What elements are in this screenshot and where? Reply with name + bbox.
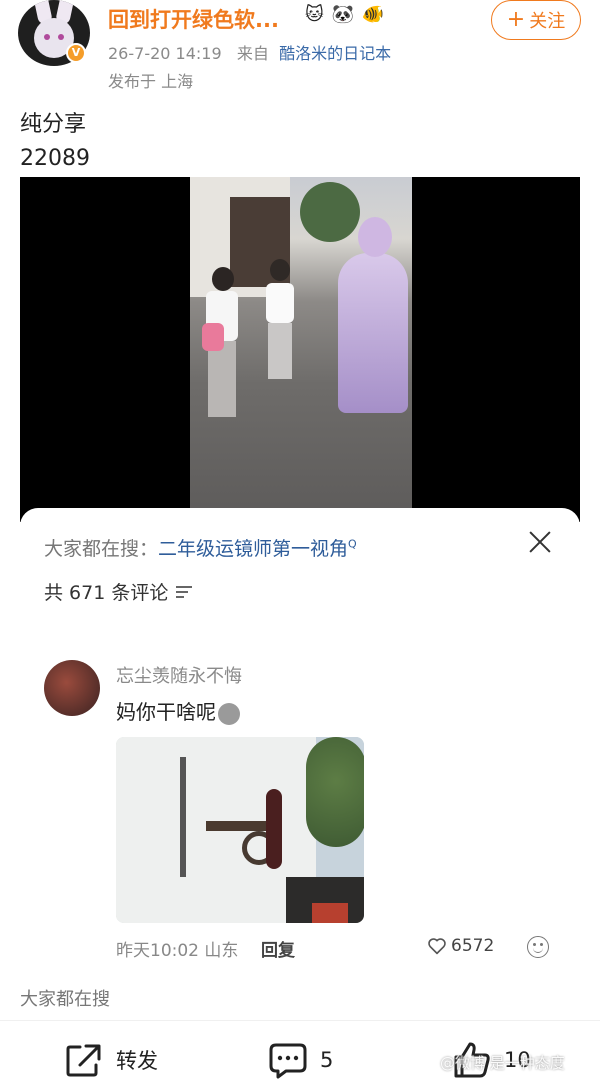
follow-button[interactable]: + 关注 — [491, 0, 581, 40]
badge-icon: 🐠 — [361, 4, 385, 25]
comment-image[interactable] — [116, 737, 364, 923]
watermark: @微博 是一种态度 — [440, 1054, 565, 1072]
share-icon — [66, 1044, 101, 1077]
close-icon[interactable] — [526, 528, 554, 556]
comment-count-label: 5 — [320, 1048, 334, 1072]
search-keyword[interactable]: 二年级运镜师第一视角 — [158, 538, 348, 560]
user-badges: 🐱 🐼 🐠 — [305, 4, 386, 25]
comment-body: 妈你干啥呢 — [116, 700, 216, 724]
follow-label: 关注 — [529, 11, 566, 32]
post-location: 发布于 上海 — [108, 72, 194, 91]
post-timestamp: 26-7-20 14:19 — [108, 44, 222, 63]
source-prefix: 来自 — [236, 44, 269, 63]
verified-badge-icon: V — [66, 43, 86, 63]
comment-count: 共 671 条评论 — [44, 582, 169, 604]
share-button[interactable]: 转发 — [64, 1041, 158, 1079]
search-prefix: 大家都在搜： — [44, 538, 159, 560]
avatar-eye — [58, 34, 64, 40]
comment-button[interactable]: 5 — [268, 1041, 333, 1079]
badge-icon: 🐼 — [331, 4, 354, 25]
smile-icon[interactable] — [527, 936, 549, 958]
video-frame — [190, 177, 412, 522]
post-text-line: 22089 — [20, 146, 90, 171]
video-player[interactable] — [20, 177, 580, 522]
comment-footer: 昨天10:02 山东 回复 6572 — [116, 936, 556, 961]
reply-button[interactable]: 回复 — [261, 936, 295, 961]
comment-count-row[interactable]: 共 671 条评论 — [44, 578, 193, 605]
badge-icon: 🐱 — [305, 4, 324, 25]
search-icon: Q — [348, 537, 357, 551]
commenter-name[interactable]: 忘尘羡随永不悔 — [116, 662, 242, 688]
bottom-trending-label: 大家都在搜 — [20, 989, 110, 1010]
comment-like-count: 6572 — [451, 936, 495, 956]
comment-like-button[interactable]: 6572 — [427, 936, 494, 956]
commenter-avatar[interactable] — [44, 660, 100, 716]
video-child — [260, 259, 300, 389]
comment-text: 妈你干啥呢 — [116, 696, 240, 725]
post-body: 纯分享 22089 — [20, 108, 90, 176]
video-cosplayer — [330, 217, 412, 417]
username[interactable]: 回到打开绿色软... — [108, 4, 279, 34]
share-label: 转发 — [116, 1049, 158, 1073]
trending-search[interactable]: 大家都在搜：二年级运镜师第一视角Q — [44, 534, 357, 561]
comment-icon — [269, 1043, 307, 1079]
video-child — [202, 267, 242, 427]
source-link[interactable]: 酷洛米的日记本 — [279, 44, 391, 63]
avatar-eye — [44, 34, 50, 40]
comment-time-location: 昨天10:02 山东 — [116, 941, 239, 961]
heart-icon — [428, 938, 446, 955]
post-text-line: 纯分享 — [20, 112, 87, 137]
post-meta: 26-7-20 14:19 来自 酷洛米的日记本 — [108, 40, 391, 64]
emoji-icon — [218, 702, 240, 725]
plus-icon: + — [506, 7, 526, 32]
sort-icon[interactable] — [176, 585, 193, 599]
